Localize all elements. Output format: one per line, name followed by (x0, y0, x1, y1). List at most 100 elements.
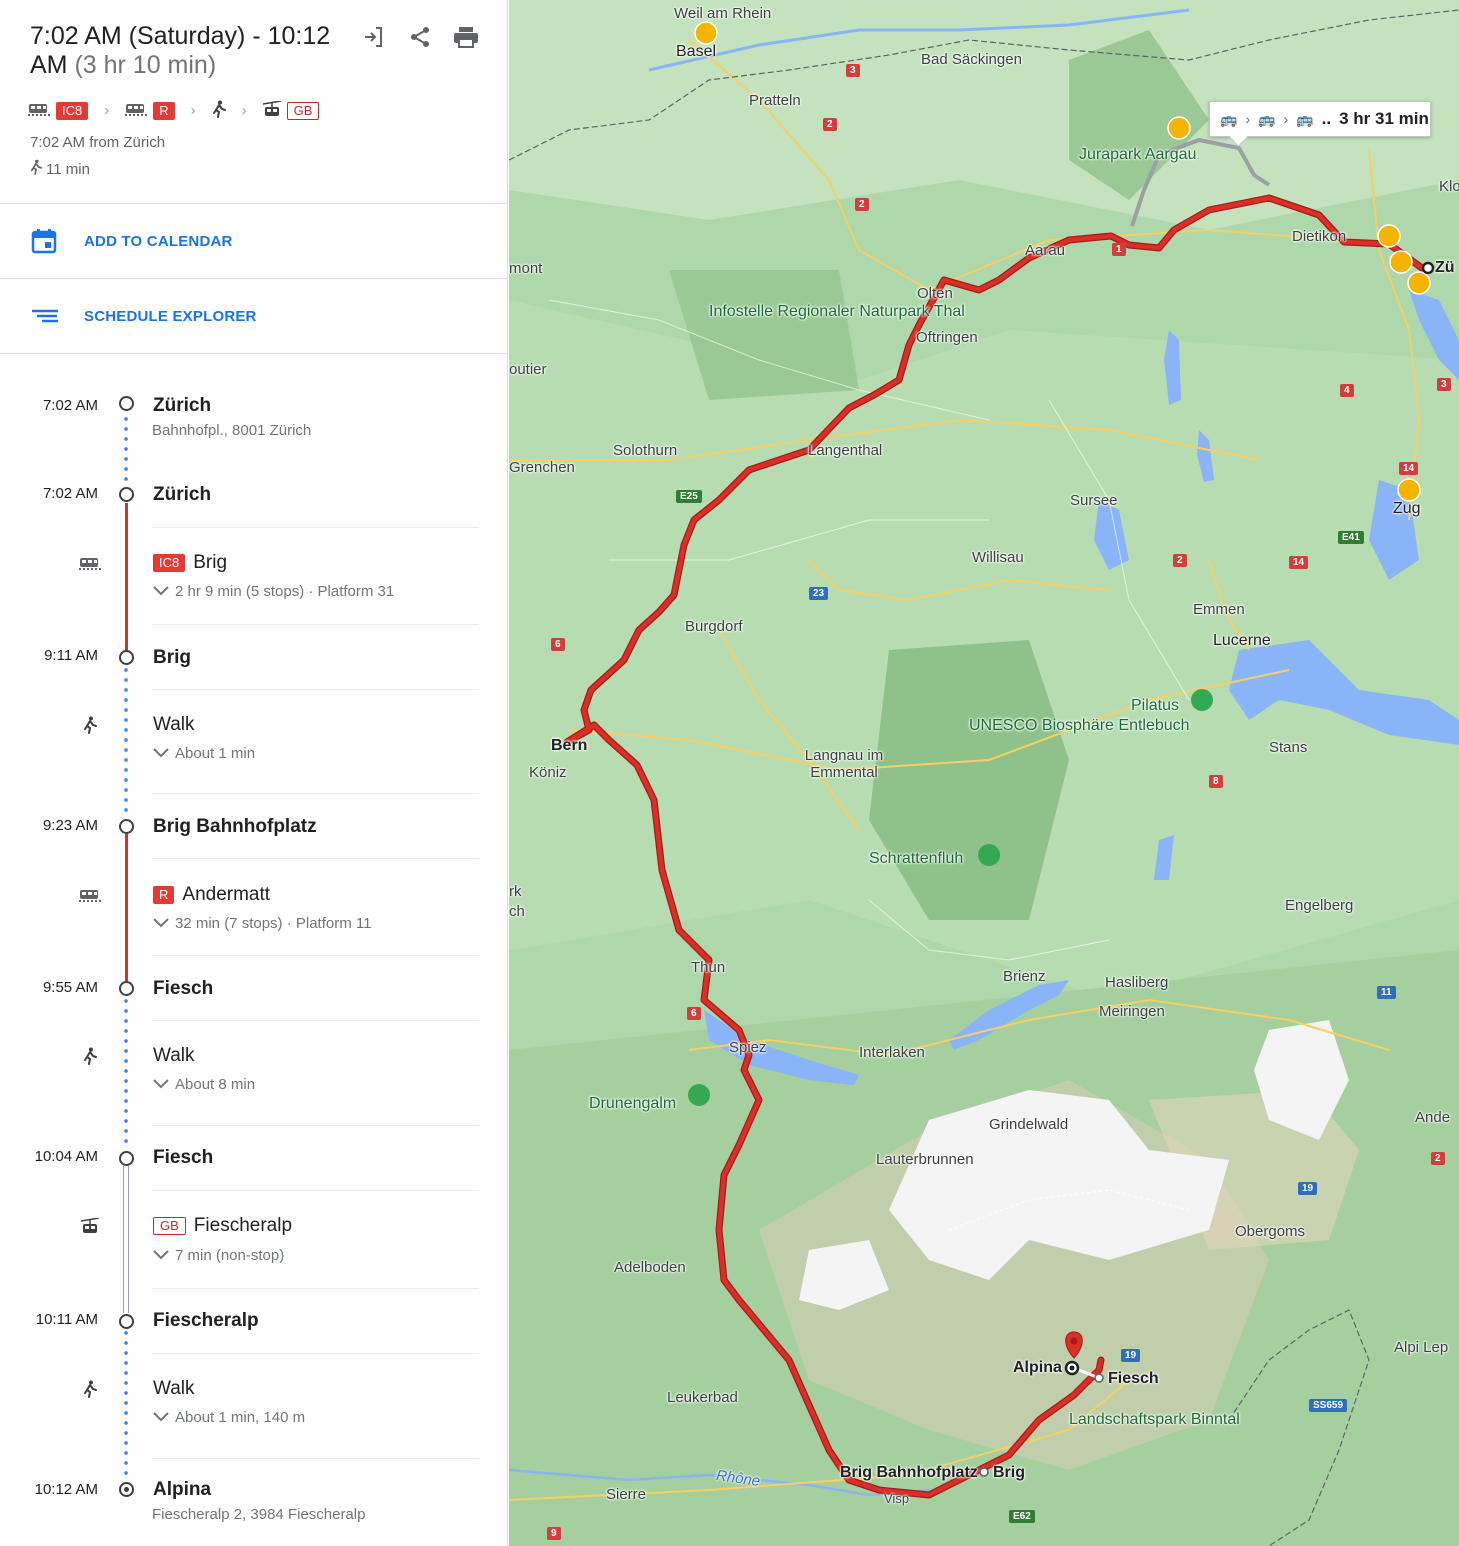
map-canvas[interactable]: 🚌 › 🚌 › 🚌 .. 3 hr 31 min Weil am Rhein Bas… (509, 0, 1459, 1546)
stop-time: 10:04 AM (34, 1148, 98, 1165)
road-shield: 11 (1377, 986, 1396, 999)
walk-segment (124, 414, 128, 492)
map-label: mont (509, 260, 543, 277)
train-segment (125, 834, 128, 981)
alternative-route-callout[interactable]: 🚌 › 🚌 › 🚌 .. 3 hr 31 min (1209, 101, 1431, 137)
map-label: Solothurn (613, 442, 678, 459)
stop-time: 10:11 AM (35, 1311, 98, 1328)
map-label[interactable]: Zug (1393, 500, 1421, 518)
schedule-explorer-button[interactable]: SCHEDULE EXPLORER (0, 279, 507, 354)
leg-details-toggle[interactable]: About 1 min (153, 745, 255, 762)
road-shield: 2 (823, 118, 837, 131)
walk-segment (124, 665, 128, 817)
map-label[interactable]: Alpina (1013, 1359, 1062, 1377)
stop-name[interactable]: Fiesch (153, 978, 213, 1000)
departure-info: 7:02 AM from Zürich (30, 134, 166, 151)
stop-name[interactable]: Zürich (153, 395, 211, 417)
stop-name[interactable]: Alpina (153, 1479, 211, 1501)
map-label: Jurapark Aargau (1079, 146, 1197, 163)
stop-name[interactable]: Fiesch (153, 1147, 213, 1169)
chevron-right-icon: › (104, 102, 110, 119)
leg-line[interactable]: R Andermatt (153, 884, 270, 906)
print-icon[interactable] (453, 24, 479, 50)
stop-marker (119, 487, 134, 502)
map-label: Dietikon (1292, 228, 1347, 245)
stop-name[interactable]: Brig Bahnhofplatz (153, 816, 317, 838)
line-badge-ic8: IC8 (56, 101, 89, 120)
road-shield: 2 (855, 198, 869, 211)
map-label: Engelberg (1285, 897, 1354, 914)
stop-name[interactable]: Fiescheralp (153, 1310, 259, 1332)
map-label: rk (509, 883, 522, 900)
leg-details-toggle[interactable]: About 8 min (153, 1076, 255, 1093)
map-label: Pilatus (1131, 697, 1180, 714)
map-label: Alpi Lep (1394, 1339, 1449, 1356)
map-label[interactable]: Brig (993, 1464, 1025, 1482)
send-to-phone-icon[interactable] (361, 24, 387, 50)
bus-icon: 🚌 (1296, 110, 1314, 127)
map-label: Sursee (1070, 492, 1118, 509)
road-shield: SS659 (1309, 1399, 1348, 1412)
map-label: UNESCO Biosphäre Entlebuch (969, 716, 1190, 735)
train-icon (125, 101, 148, 120)
road-shield: E62 (1009, 1510, 1035, 1523)
stop-time: 10:12 AM (34, 1481, 98, 1498)
stop-marker (119, 1314, 134, 1329)
walk-total: 11 min (30, 159, 90, 179)
leg-line[interactable]: GB Fiescheralp (153, 1215, 292, 1237)
chevron-down-icon (153, 583, 169, 600)
map-label[interactable]: Brig Bahnhofplatz (840, 1464, 978, 1482)
walk-segment (124, 996, 128, 1149)
road-shield: 8 (1209, 775, 1223, 788)
map-label: Weil am Rhein (674, 5, 772, 22)
road-shield: 4 (1340, 384, 1354, 397)
map-label[interactable]: Zü (1435, 259, 1455, 277)
divider (152, 858, 479, 859)
route-summary: IC8 › R › › GB (28, 100, 320, 121)
divider (152, 689, 479, 690)
map-label: Obergoms (1235, 1223, 1306, 1240)
bus-icon: 🚌 (1220, 110, 1238, 127)
leg-detail: 2 hr 9 min (5 stops) · Platform 31 (175, 583, 395, 600)
divider (152, 1020, 479, 1021)
map-label[interactable]: Lucerne (1213, 632, 1271, 650)
line-badge-ic8: IC8 (153, 554, 186, 572)
share-icon[interactable] (407, 24, 433, 50)
stop-name[interactable]: Brig (153, 647, 191, 669)
gondola-segment (123, 1166, 129, 1313)
road-shield: 9 (547, 1527, 561, 1540)
map-label: Lauterbrunnen (876, 1151, 974, 1168)
leg-detail: About 8 min (175, 1076, 256, 1093)
leg-details-toggle[interactable]: 7 min (non-stop) (153, 1247, 284, 1264)
add-to-calendar-label: ADD TO CALENDAR (84, 232, 233, 250)
chevron-down-icon (153, 1076, 169, 1093)
leg-details-toggle[interactable]: 32 min (7 stops) · Platform 11 (153, 915, 371, 932)
walk-total-text: 11 min (46, 160, 90, 178)
map-label: Landschaftspark Binntal (1069, 1411, 1240, 1428)
walk-icon (30, 159, 42, 179)
map-label: Oftringen (916, 329, 978, 346)
stop-marker (119, 981, 134, 996)
map-label: ch (509, 903, 525, 920)
stop-time: 9:11 AM (44, 647, 98, 664)
map-label: Pratteln (749, 92, 801, 109)
leg-details-toggle[interactable]: 2 hr 9 min (5 stops) · Platform 31 (153, 583, 394, 600)
map-label: Langnau im Emmental (804, 747, 884, 781)
transit-timeline: 7:02 AM Zürich Bahnhofpl., 8001 Zürich 7… (0, 354, 507, 1544)
stop-address: Bahnhofpl., 8001 Zürich (152, 422, 312, 439)
walk-icon (79, 714, 101, 736)
map-label[interactable]: Bern (551, 737, 587, 755)
header-actions (361, 24, 479, 50)
map-label: Leukerbad (667, 1389, 738, 1406)
add-to-calendar-button[interactable]: ADD TO CALENDAR (0, 204, 507, 279)
calendar-icon (31, 228, 57, 254)
leg-walk: Walk (153, 1378, 195, 1400)
leg-headsign: Walk (153, 1045, 195, 1066)
stop-name[interactable]: Zürich (153, 484, 211, 506)
leg-line[interactable]: IC8 Brig (153, 552, 227, 574)
leg-walk: Walk (153, 714, 195, 736)
map-label[interactable]: Fiesch (1108, 1370, 1159, 1388)
map-label[interactable]: Basel (676, 43, 716, 61)
leg-details-toggle[interactable]: About 1 min, 140 m (153, 1409, 305, 1426)
stop-time: 9:23 AM (42, 817, 98, 834)
